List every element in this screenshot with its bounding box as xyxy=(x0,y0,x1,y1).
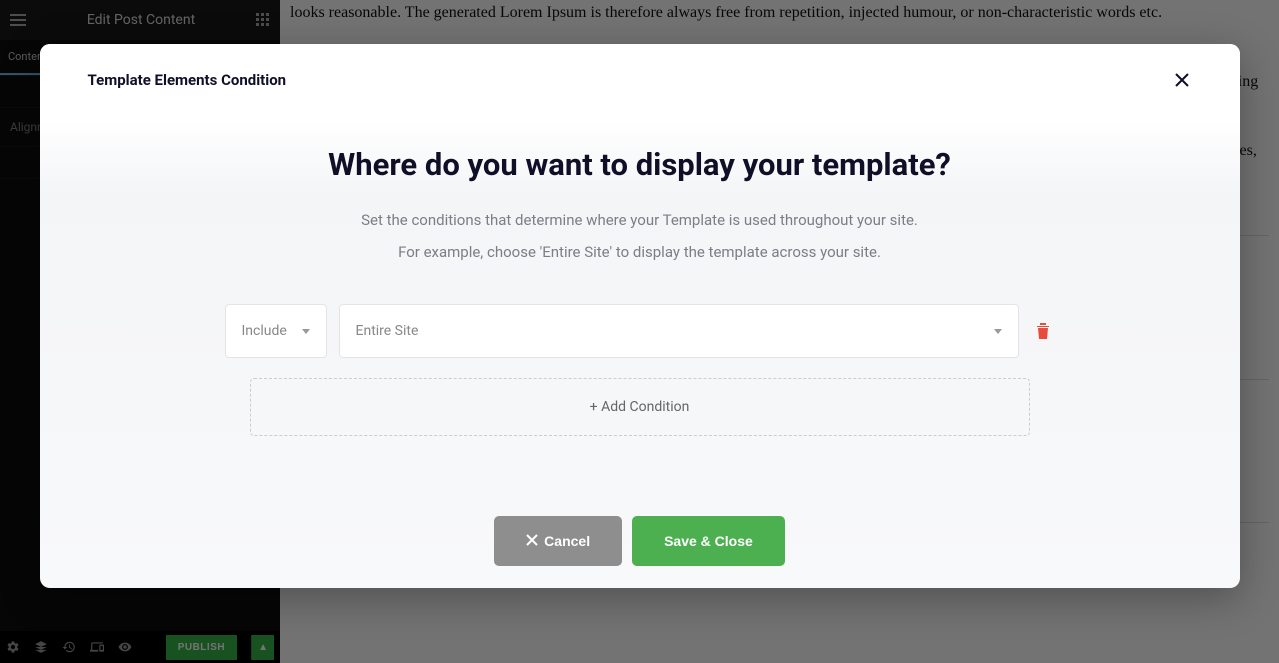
modal-header: Template Elements Condition xyxy=(40,44,1240,114)
modal-footer: Cancel Save & Close xyxy=(40,456,1240,588)
conditions-modal: Template Elements Condition Where do you… xyxy=(40,44,1240,588)
close-icon[interactable] xyxy=(1172,70,1192,90)
trash-icon xyxy=(1036,323,1050,339)
condition-row: Include Entire Site xyxy=(225,304,1055,358)
include-value: Include xyxy=(242,323,287,339)
include-select[interactable]: Include xyxy=(225,304,327,358)
delete-condition-button[interactable] xyxy=(1031,319,1055,343)
save-button[interactable]: Save & Close xyxy=(632,516,785,566)
chevron-down-icon xyxy=(994,329,1002,334)
modal-header-title: Template Elements Condition xyxy=(88,71,287,89)
subtitle-line: Set the conditions that determine where … xyxy=(88,205,1192,237)
save-label: Save & Close xyxy=(664,533,753,549)
add-condition-button[interactable]: + Add Condition xyxy=(250,378,1030,436)
modal-subtitle: Set the conditions that determine where … xyxy=(88,205,1192,268)
cancel-label: Cancel xyxy=(544,533,590,549)
close-icon xyxy=(526,533,538,549)
location-value: Entire Site xyxy=(356,323,419,339)
subtitle-line: For example, choose 'Entire Site' to dis… xyxy=(88,237,1192,269)
add-condition-label: + Add Condition xyxy=(590,399,690,415)
modal-body: Where do you want to display your templa… xyxy=(40,114,1240,456)
modal-title: Where do you want to display your templa… xyxy=(88,146,1192,183)
cancel-button[interactable]: Cancel xyxy=(494,516,622,566)
chevron-down-icon xyxy=(302,329,310,334)
location-select[interactable]: Entire Site xyxy=(339,304,1019,358)
